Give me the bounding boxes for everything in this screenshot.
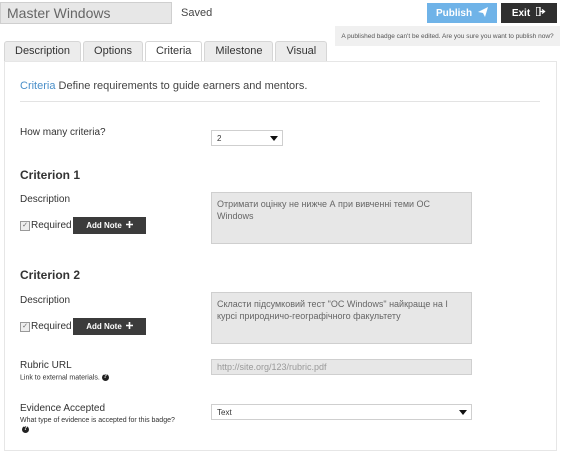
tab-bar: Description Options Criteria Milestone V… [4, 41, 328, 63]
question-circle-icon[interactable]: ? [101, 374, 109, 381]
caret-down-icon [270, 135, 278, 141]
publish-label: Publish [435, 7, 473, 19]
criterion-2-description-field[interactable]: Скласти підсумковий тест "ОС Windows" на… [211, 292, 472, 344]
add-note-label: Add Note [86, 322, 122, 331]
criterion-2-description-label: Description [20, 295, 71, 306]
rubric-url-help: Link to external materials.? [20, 374, 109, 381]
criterion-2-required-checkbox[interactable]: ✓ [20, 322, 30, 332]
evidence-accepted-help: What type of evidence is accepted for th… [20, 416, 180, 434]
caret-down-icon [459, 409, 467, 415]
plus-icon [125, 322, 133, 331]
exit-label: Exit [511, 7, 531, 19]
criteria-count-value: 2 [217, 133, 222, 143]
evidence-type-value: Text [217, 407, 232, 417]
rubric-url-placeholder: http://site.org/123/rubric.pdf [217, 362, 327, 372]
criterion-1-description-label: Description [20, 194, 71, 205]
criterion-1-description-field[interactable]: Отримати оцінку не нижче А при вивченні … [211, 192, 472, 244]
question-circle-icon[interactable]: ? [22, 425, 29, 433]
divider [20, 101, 540, 102]
criteria-panel [4, 61, 557, 451]
criteria-count-select[interactable]: 2 [211, 130, 283, 146]
tab-description[interactable]: Description [4, 41, 82, 61]
rubric-url-label: Rubric URL [20, 360, 72, 371]
rubric-url-help-text: Link to external materials. [20, 374, 100, 382]
evidence-type-select[interactable]: Text [211, 404, 472, 420]
sign-out-icon [535, 6, 546, 19]
save-status: Saved [181, 7, 213, 19]
criteria-count-label: How many criteria? [20, 127, 106, 138]
criterion-1-required-checkbox[interactable]: ✓ [20, 221, 30, 231]
publish-button[interactable]: Publish [427, 3, 497, 23]
criterion-1-title: Criterion 1 [20, 168, 81, 182]
evidence-accepted-help-text: What type of evidence is accepted for th… [20, 417, 175, 424]
paper-plane-icon [478, 6, 489, 20]
plus-icon [125, 221, 133, 230]
criterion-2-required-label: Required [31, 321, 72, 332]
badge-title-input[interactable]: Master Windows [0, 2, 172, 24]
tab-criteria[interactable]: Criteria [144, 41, 203, 63]
rubric-url-input[interactable]: http://site.org/123/rubric.pdf [211, 359, 472, 375]
section-intro: Criteria Define requirements to guide ea… [20, 80, 307, 92]
tab-milestone[interactable]: Milestone [204, 41, 274, 61]
criterion-2-title: Criterion 2 [20, 268, 81, 282]
exit-button[interactable]: Exit [501, 3, 557, 23]
tab-options[interactable]: Options [83, 41, 143, 61]
tab-visual[interactable]: Visual [275, 41, 328, 61]
criterion-1-add-note-button[interactable]: Add Note [73, 217, 146, 234]
evidence-accepted-label: Evidence Accepted [20, 403, 106, 414]
intro-text: Define requirements to guide earners and… [58, 80, 308, 92]
add-note-label: Add Note [86, 221, 122, 230]
publish-warning: A published badge can't be edited. Are y… [335, 26, 560, 46]
criterion-2-add-note-button[interactable]: Add Note [73, 318, 146, 335]
criterion-1-required-label: Required [31, 220, 72, 231]
criteria-link[interactable]: Criteria [20, 80, 55, 92]
